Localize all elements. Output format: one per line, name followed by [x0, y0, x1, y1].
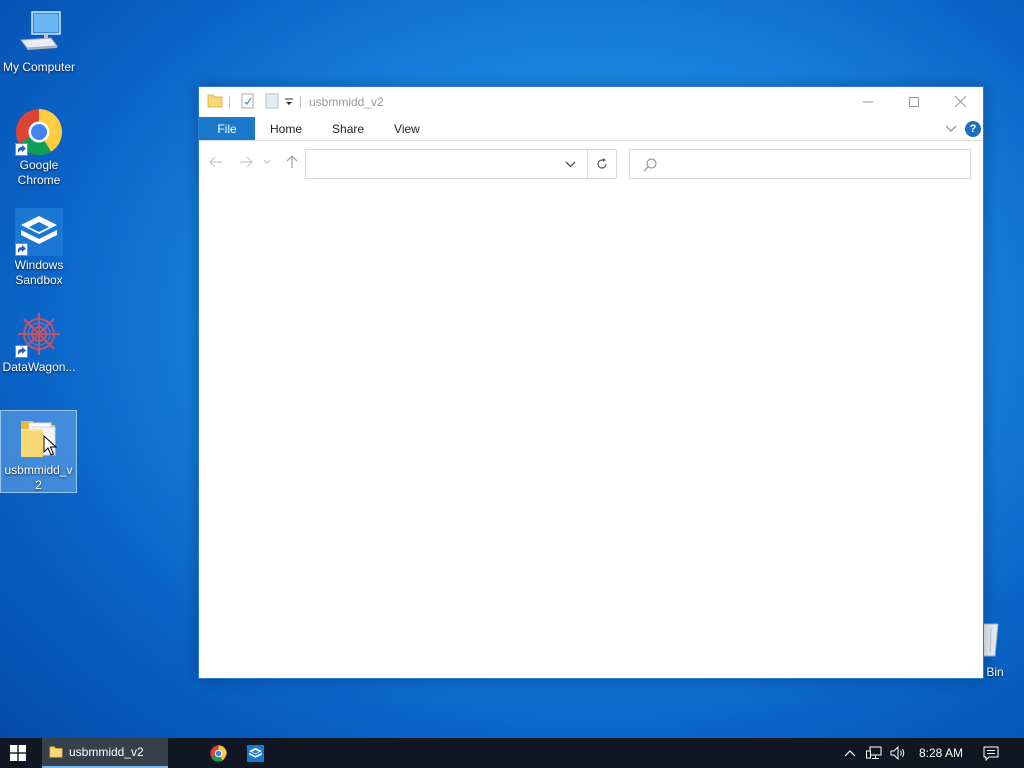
computer-icon — [15, 10, 63, 58]
close-icon — [954, 96, 966, 107]
refresh-button[interactable] — [587, 150, 616, 178]
sandbox-icon — [246, 744, 264, 762]
search-icon — [642, 157, 658, 173]
show-hidden-icons-button[interactable] — [840, 738, 860, 768]
volume-icon — [890, 746, 905, 760]
mouse-cursor-icon — [43, 435, 57, 456]
chevron-down-icon — [565, 161, 575, 167]
arrow-right-icon — [240, 156, 253, 168]
divider — [300, 96, 301, 109]
chrome-icon — [15, 108, 63, 156]
help-button[interactable]: ? — [965, 121, 981, 137]
minimize-button[interactable] — [845, 87, 891, 116]
folder-icon — [15, 413, 63, 461]
chrome-icon — [209, 744, 227, 762]
tab-file[interactable]: File — [199, 117, 255, 140]
taskbar-item-explorer[interactable]: usbmmidd_v2 — [42, 738, 168, 768]
desktop-icon-label: DataWagon... — [2, 360, 76, 374]
shortcut-arrow-icon — [15, 243, 28, 256]
chevron-down-icon — [945, 125, 957, 132]
forward-button[interactable] — [237, 153, 255, 171]
search-box[interactable] — [629, 149, 971, 179]
address-history-button[interactable] — [562, 156, 578, 172]
properties-icon[interactable] — [240, 93, 256, 112]
desktop-icon-label: Google Chrome — [17, 158, 61, 187]
title-bar[interactable]: usbmmidd_v2 — [199, 87, 983, 117]
desktop-icon-datawagon[interactable]: DataWagon... — [0, 310, 78, 375]
tab-share[interactable]: Share — [317, 117, 379, 140]
desktop-icon-label: usbmmidd_v2 — [4, 463, 73, 492]
navigation-bar — [199, 141, 983, 183]
network-icon — [866, 746, 882, 759]
new-folder-icon[interactable] — [264, 93, 280, 112]
action-center-button[interactable] — [978, 738, 1004, 768]
taskbar-item-label: usbmmidd_v2 — [69, 745, 144, 759]
shortcut-arrow-icon — [15, 345, 28, 358]
start-button[interactable] — [0, 738, 36, 768]
tab-view[interactable]: View — [379, 117, 435, 140]
chevron-down-icon[interactable] — [284, 96, 294, 110]
desktop-icon-my-computer[interactable]: My Computer — [0, 10, 78, 75]
close-button[interactable] — [937, 87, 983, 116]
divider — [229, 96, 230, 109]
clock[interactable]: 8:28 AM — [912, 738, 970, 768]
desktop-icon-chrome[interactable]: Google Chrome — [0, 108, 78, 188]
chevron-down-icon — [263, 159, 271, 164]
folder-icon — [207, 93, 223, 112]
back-button[interactable] — [207, 153, 225, 171]
folder-icon — [49, 746, 63, 758]
maximize-icon — [909, 96, 919, 107]
desktop-icon-windows-sandbox[interactable]: Windows Sandbox — [0, 208, 78, 288]
up-button[interactable] — [283, 153, 301, 171]
windows-start-icon — [10, 745, 26, 761]
expand-ribbon-button[interactable] — [945, 122, 957, 137]
window-title: usbmmidd_v2 — [309, 95, 384, 109]
taskbar-chrome[interactable] — [200, 738, 236, 768]
desktop-icon-usbmmidd-folder[interactable]: usbmmidd_v2 — [0, 410, 77, 493]
tab-home[interactable]: Home — [255, 117, 317, 140]
desktop-icon-label: My Computer — [2, 60, 76, 74]
arrow-left-icon — [209, 156, 222, 168]
file-explorer-window[interactable]: usbmmidd_v2 File Home Share View ? — [198, 86, 984, 679]
taskbar-windows-sandbox[interactable] — [237, 738, 273, 768]
desktop-icon-label: Windows Sandbox — [14, 258, 64, 287]
sandbox-icon — [15, 208, 63, 256]
network-button[interactable] — [863, 738, 885, 768]
quick-access-toolbar — [207, 93, 307, 112]
search-input[interactable] — [662, 150, 962, 178]
address-input[interactable] — [306, 150, 556, 178]
chevron-up-icon — [844, 750, 856, 757]
maximize-button[interactable] — [891, 87, 937, 116]
volume-button[interactable] — [887, 738, 909, 768]
datawagon-icon — [15, 310, 63, 358]
refresh-icon — [597, 158, 607, 169]
help-icon: ? — [969, 123, 977, 135]
arrow-up-icon — [286, 155, 298, 168]
taskbar: usbmmidd_v2 8:28 AM — [0, 738, 1024, 768]
address-bar[interactable] — [305, 149, 617, 179]
shortcut-arrow-icon — [15, 143, 28, 156]
notification-icon — [983, 746, 999, 761]
ribbon-tabs: File Home Share View ? — [199, 117, 983, 141]
minimize-icon — [863, 101, 873, 102]
recent-locations-button[interactable] — [262, 153, 272, 171]
file-list-pane[interactable] — [199, 183, 983, 678]
